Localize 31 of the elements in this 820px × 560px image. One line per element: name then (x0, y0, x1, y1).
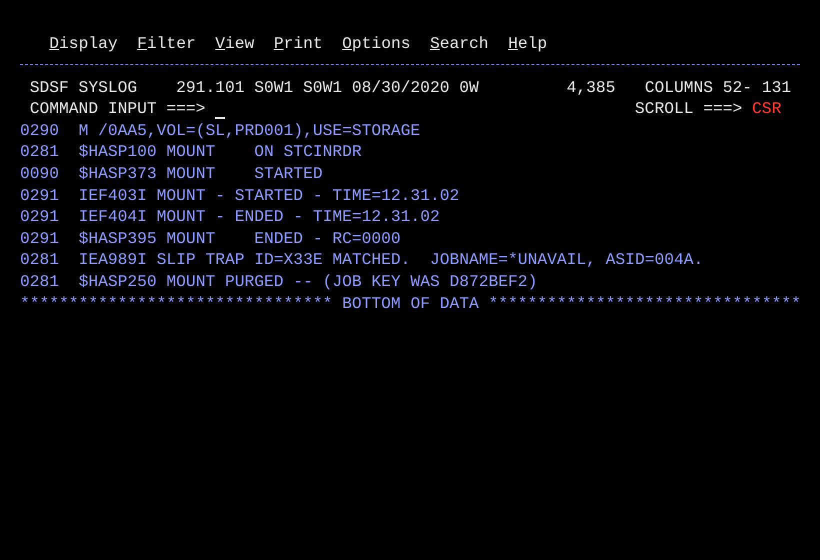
log-message: $HASP373 MOUNT STARTED (78, 162, 323, 185)
scroll-value[interactable]: CSR (752, 98, 782, 120)
command-label: COMMAND INPUT ===> (30, 98, 206, 120)
log-message: $HASP395 MOUNT ENDED - RC=0000 (78, 228, 401, 250)
scroll-label: SCROLL ===> (634, 98, 742, 120)
log-message: $HASP250 MOUNT PURGED -- (JOB KEY WAS D872BEF2) (78, 270, 538, 293)
line-number: 0291 (20, 184, 60, 206)
column-range: COLUMNS 52- 131 (644, 76, 792, 98)
line-count: 4,385 (566, 76, 616, 98)
menu-item[interactable]: Print (274, 33, 323, 55)
line-number: 0281 (20, 141, 60, 163)
panel-title: SDSF SYSLOG (30, 76, 138, 98)
line-number: 0290 (20, 120, 60, 142)
menu-item[interactable]: Filter (137, 33, 196, 55)
log-message: IEF403I MOUNT - STARTED - TIME=12.31.02 (78, 184, 460, 206)
line-number: 0291 (20, 228, 60, 250)
log-message: IEA989I SLIP TRAP ID=X33E MATCHED. JOBNAME=*UNAVAIL, ASID=004A. (78, 249, 704, 271)
menu-item[interactable]: Options (342, 33, 410, 55)
line-number: 0291 (20, 206, 60, 228)
menu-item[interactable]: Search (430, 33, 489, 55)
menu-item[interactable]: View (215, 33, 254, 55)
menu-item[interactable]: Display (49, 33, 118, 55)
line-number: 0281 (20, 249, 60, 271)
log-message: M /0AA5,VOL=(SL,PRD001),USE=STORAGE (78, 120, 420, 142)
line-number: 0281 (20, 270, 60, 293)
log-message: $HASP100 MOUNT ON STCINRDR (78, 141, 362, 163)
log-info: 291.101 S0W1 S0W1 08/30/2020 0W (176, 76, 479, 98)
menu-item[interactable]: Help (508, 33, 548, 55)
end-of-data-marker: ******************************** BOTTOM OF DATA ******************************** (20, 292, 801, 314)
log-message: IEF404I MOUNT - ENDED - TIME=12.31.02 (78, 206, 440, 228)
line-number: 0090 (20, 162, 60, 185)
